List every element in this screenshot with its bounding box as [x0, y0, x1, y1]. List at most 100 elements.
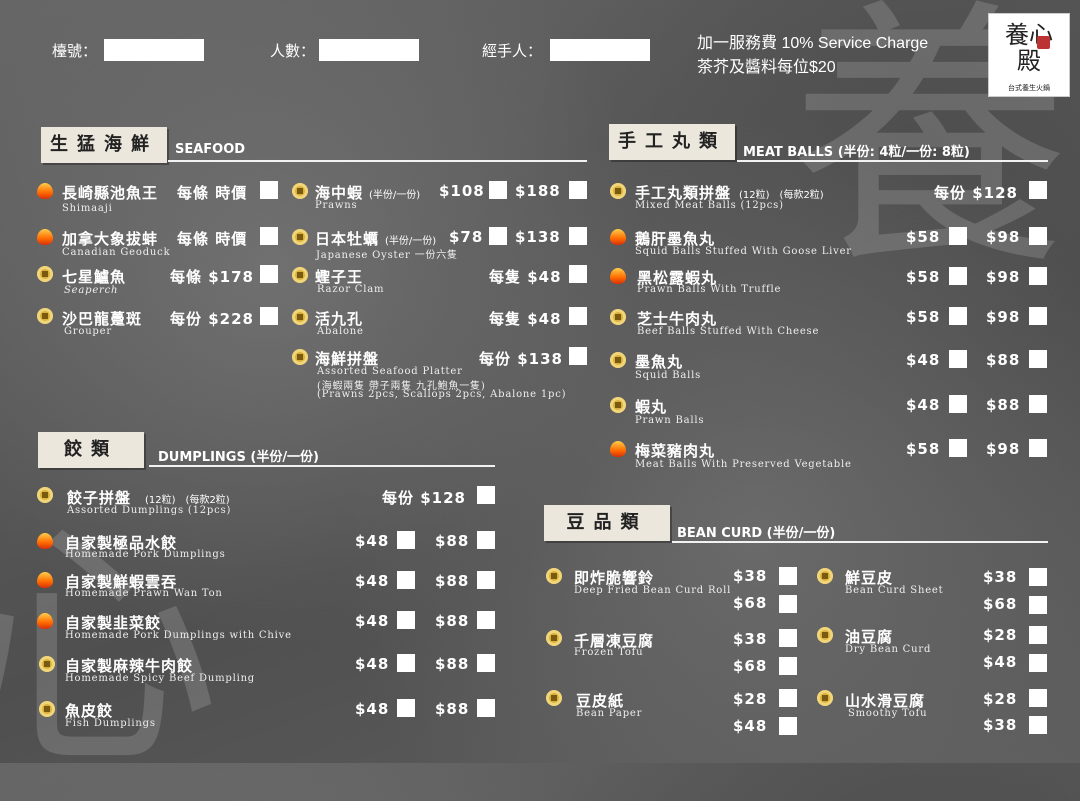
- full-price: $88: [435, 700, 470, 718]
- menu-item-english: Homemade Pork Dumplings with Chive: [65, 630, 292, 641]
- half-price: $28: [733, 690, 768, 708]
- half-price: $48: [906, 396, 941, 414]
- full-order-checkbox[interactable]: [1029, 350, 1047, 368]
- full-order-checkbox[interactable]: [1029, 395, 1047, 413]
- order-checkbox[interactable]: [1029, 181, 1047, 199]
- order-checkbox[interactable]: [260, 265, 278, 283]
- full-order-checkbox[interactable]: [569, 181, 587, 199]
- section-tag-dumplings: 餃類: [38, 432, 144, 468]
- half-price: $108: [439, 182, 485, 200]
- menu-item-description: (Prawns 2pcs, Scallops 2pcs, Abalone 1pc…: [317, 389, 567, 400]
- full-order-checkbox[interactable]: [779, 657, 797, 675]
- half-order-checkbox[interactable]: [949, 439, 967, 457]
- half-order-checkbox[interactable]: [397, 699, 415, 717]
- half-order-checkbox[interactable]: [397, 571, 415, 589]
- full-order-checkbox[interactable]: [1029, 267, 1047, 285]
- handler-label: 經手人：: [482, 42, 543, 60]
- full-order-checkbox[interactable]: [779, 717, 797, 735]
- logo-subtitle: 台式養生火鍋: [1008, 84, 1050, 92]
- half-price: $58: [906, 308, 941, 326]
- menu-item-english: Squid Balls: [635, 370, 702, 381]
- coin-icon: [817, 690, 833, 706]
- full-price: $68: [733, 657, 768, 675]
- menu-item-english: Dry Bean Curd: [845, 644, 932, 655]
- full-order-checkbox[interactable]: [1029, 596, 1047, 614]
- menu-item-name: 蝦丸: [635, 398, 668, 416]
- section-title-seafood: SEAFOOD: [175, 142, 246, 157]
- full-order-checkbox[interactable]: [1029, 716, 1047, 734]
- order-checkbox[interactable]: [260, 181, 278, 199]
- half-order-checkbox[interactable]: [397, 654, 415, 672]
- full-order-checkbox[interactable]: [477, 571, 495, 589]
- full-price: $88: [986, 396, 1021, 414]
- half-price: $28: [983, 626, 1018, 644]
- restaurant-logo: 養心殿 台式養生火鍋: [988, 13, 1070, 97]
- menu-item-price: 每份 $128: [382, 489, 466, 507]
- full-price: $68: [733, 594, 768, 612]
- half-order-checkbox[interactable]: [949, 307, 967, 325]
- menu-item-price: 每份 $128: [934, 184, 1018, 202]
- half-order-checkbox[interactable]: [949, 395, 967, 413]
- half-price: $48: [355, 700, 390, 718]
- section-title-meatballs: MEAT BALLS (半份: 4粒/一份: 8粒): [743, 145, 970, 160]
- order-checkbox[interactable]: [260, 227, 278, 245]
- coin-icon: [610, 183, 626, 199]
- half-order-checkbox[interactable]: [949, 350, 967, 368]
- half-order-checkbox[interactable]: [949, 227, 967, 245]
- half-price: $38: [733, 630, 768, 648]
- section-divider: [149, 465, 495, 467]
- fire-icon: [37, 183, 53, 199]
- full-order-checkbox[interactable]: [1029, 439, 1047, 457]
- menu-item-english: Squid Balls Stuffed With Goose Liver: [635, 246, 852, 257]
- logo-seal-icon: [1037, 36, 1050, 49]
- people-count-field[interactable]: [319, 39, 419, 61]
- full-order-checkbox[interactable]: [477, 654, 495, 672]
- half-price: $38: [733, 567, 768, 585]
- half-order-checkbox[interactable]: [397, 531, 415, 549]
- order-checkbox[interactable]: [569, 307, 587, 325]
- full-order-checkbox[interactable]: [1029, 227, 1047, 245]
- menu-item-english: Prawns: [315, 200, 358, 211]
- full-order-checkbox[interactable]: [1029, 307, 1047, 325]
- full-order-checkbox[interactable]: [779, 595, 797, 613]
- fire-icon: [610, 268, 626, 284]
- half-order-checkbox[interactable]: [397, 611, 415, 629]
- handler-field[interactable]: [550, 39, 650, 61]
- order-checkbox[interactable]: [260, 307, 278, 325]
- full-price: $138: [515, 228, 561, 246]
- half-order-checkbox[interactable]: [949, 267, 967, 285]
- full-order-checkbox[interactable]: [477, 611, 495, 629]
- menu-item-price: 每份 $138: [479, 350, 563, 368]
- order-checkbox[interactable]: [569, 347, 587, 365]
- menu-item-english: Mixed Meat Balls (12pcs): [635, 200, 784, 211]
- half-price: $48: [906, 351, 941, 369]
- table-number-field[interactable]: [104, 39, 204, 61]
- half-price: $48: [355, 612, 390, 630]
- full-order-checkbox[interactable]: [569, 227, 587, 245]
- half-order-checkbox[interactable]: [779, 629, 797, 647]
- full-price: $88: [435, 612, 470, 630]
- half-order-checkbox[interactable]: [779, 567, 797, 585]
- menu-item-english: Bean Curd Sheet: [845, 585, 944, 596]
- half-order-checkbox[interactable]: [1029, 568, 1047, 586]
- menu-item-price: 每份 $228: [170, 310, 254, 328]
- section-title-dumplings: DUMPLINGS (半份/一份): [158, 450, 320, 465]
- half-order-checkbox[interactable]: [489, 227, 507, 245]
- order-checkbox[interactable]: [569, 265, 587, 283]
- order-checkbox[interactable]: [477, 486, 495, 504]
- logo-name: 養心殿: [1005, 21, 1053, 75]
- full-order-checkbox[interactable]: [477, 531, 495, 549]
- menu-item-price: 每隻 $48: [489, 268, 562, 286]
- people-count-label: 人數：: [270, 42, 316, 60]
- full-order-checkbox[interactable]: [1029, 654, 1047, 672]
- coin-icon: [37, 266, 53, 282]
- menu-item-english: Japanese Oyster 一份六隻: [316, 250, 458, 261]
- half-order-checkbox[interactable]: [1029, 626, 1047, 644]
- half-order-checkbox[interactable]: [779, 689, 797, 707]
- full-price: $98: [986, 268, 1021, 286]
- menu-item-english: Frozen Tofu: [574, 647, 644, 658]
- full-order-checkbox[interactable]: [477, 699, 495, 717]
- half-order-checkbox[interactable]: [489, 181, 507, 199]
- full-price: $98: [986, 228, 1021, 246]
- half-order-checkbox[interactable]: [1029, 689, 1047, 707]
